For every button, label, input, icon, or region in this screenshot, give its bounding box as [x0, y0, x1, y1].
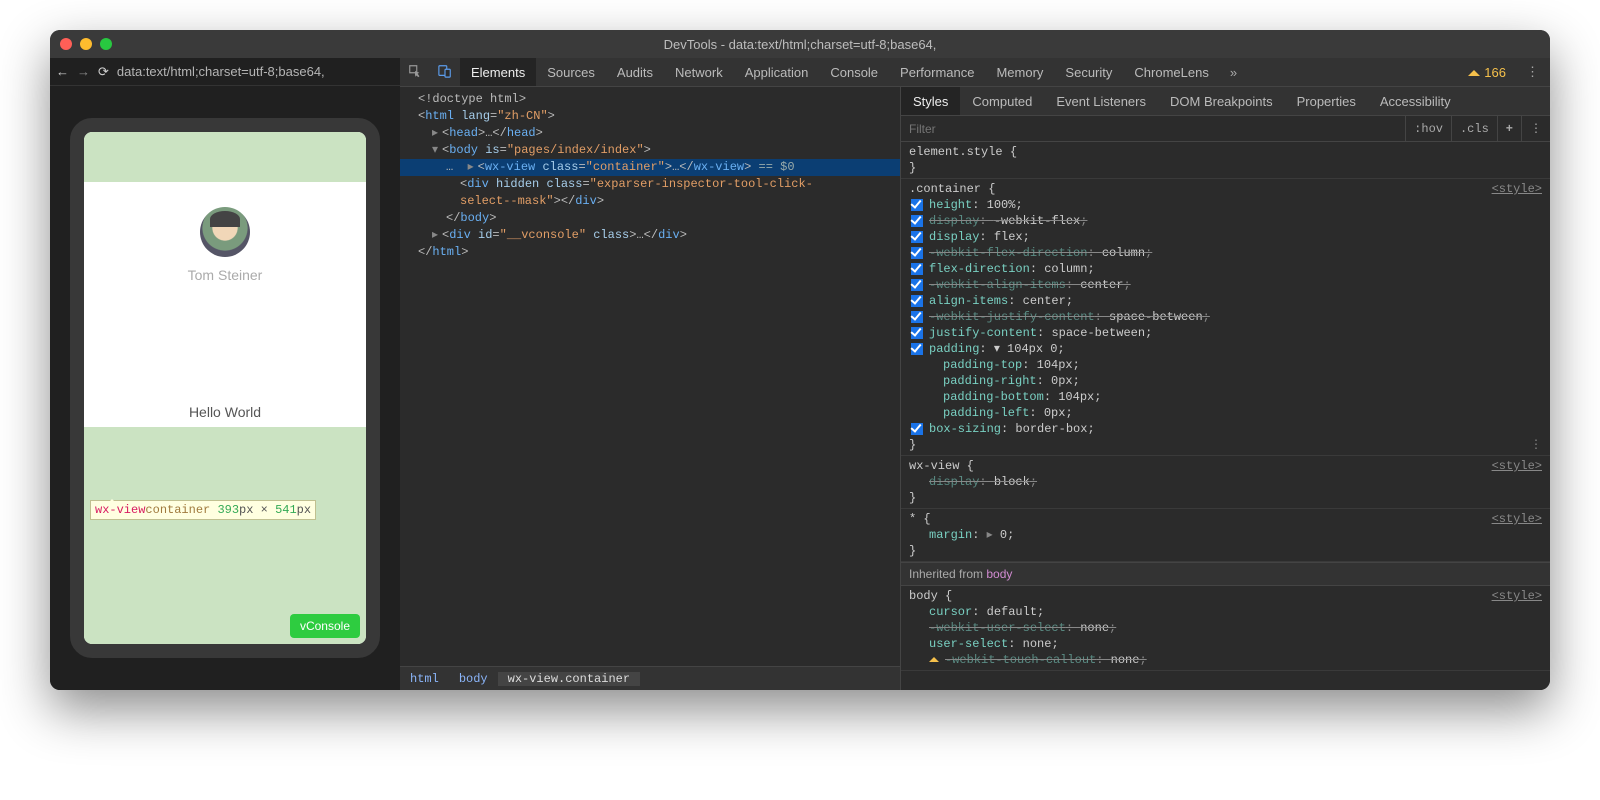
tab-network[interactable]: Network: [664, 58, 734, 86]
more-tabs-icon[interactable]: »: [1220, 65, 1248, 80]
maximize-icon[interactable]: [100, 38, 112, 50]
main-tabs: ElementsSourcesAuditsNetworkApplicationC…: [400, 58, 1550, 87]
property-checkbox[interactable]: [911, 263, 923, 275]
css-property[interactable]: height: 100%;: [909, 197, 1542, 213]
new-rule-button[interactable]: +: [1497, 116, 1521, 141]
css-property[interactable]: justify-content: space-between;: [909, 325, 1542, 341]
property-checkbox[interactable]: [911, 295, 923, 307]
device-toggle-icon[interactable]: [430, 64, 460, 81]
device-preview[interactable]: Tom Steiner Hello World wx-viewcontainer…: [70, 118, 380, 658]
styles-tab-accessibility[interactable]: Accessibility: [1368, 87, 1463, 115]
tab-console[interactable]: Console: [819, 58, 889, 86]
tab-sources[interactable]: Sources: [536, 58, 606, 86]
close-icon[interactable]: [60, 38, 72, 50]
warnings-badge[interactable]: 166: [1468, 65, 1506, 80]
selected-node[interactable]: … ▸<wx-view class="container">…</wx-view…: [400, 159, 900, 176]
styles-tab-computed[interactable]: Computed: [960, 87, 1044, 115]
avatar: [200, 207, 250, 257]
styles-tab-event-listeners[interactable]: Event Listeners: [1044, 87, 1158, 115]
css-property[interactable]: user-select: none;: [909, 636, 1542, 652]
tab-performance[interactable]: Performance: [889, 58, 985, 86]
css-property[interactable]: box-sizing: border-box;: [909, 421, 1542, 437]
url-text: data:text/html;charset=utf-8;base64,: [117, 64, 325, 79]
property-checkbox[interactable]: [911, 343, 923, 355]
minimize-icon[interactable]: [80, 38, 92, 50]
forward-icon: →: [77, 64, 90, 79]
css-property[interactable]: align-items: center;: [909, 293, 1542, 309]
devtools-menu-icon[interactable]: ⋮: [1516, 64, 1550, 80]
css-property[interactable]: padding: ▾ 104px 0;: [909, 341, 1542, 357]
tab-memory[interactable]: Memory: [985, 58, 1054, 86]
tab-elements[interactable]: Elements: [460, 58, 536, 86]
property-checkbox[interactable]: [911, 215, 923, 227]
breadcrumb: htmlbodywx-view.container: [400, 666, 900, 690]
css-property[interactable]: -webkit-touch-callout: none;: [909, 652, 1542, 668]
css-property[interactable]: display: flex;: [909, 229, 1542, 245]
css-property[interactable]: display: -webkit-flex;: [909, 213, 1542, 229]
breadcrumb-item[interactable]: body: [449, 672, 498, 686]
cls-toggle[interactable]: .cls: [1451, 116, 1497, 141]
hello-label: Hello World: [84, 404, 366, 420]
element-tooltip: wx-viewcontainer 393px × 541px: [90, 500, 316, 520]
css-property[interactable]: padding-left: 0px;: [909, 405, 1542, 421]
css-property[interactable]: -webkit-justify-content: space-between;: [909, 309, 1542, 325]
style-rules[interactable]: element.style { } <style> .container { h…: [901, 142, 1550, 690]
css-property[interactable]: -webkit-align-items: center;: [909, 277, 1542, 293]
hov-toggle[interactable]: :hov: [1405, 116, 1451, 141]
warning-icon: [1468, 64, 1480, 76]
username-label: Tom Steiner: [84, 267, 366, 283]
dom-tree[interactable]: <!doctype html> <html lang="zh-CN"> ▸<he…: [400, 87, 900, 666]
property-checkbox[interactable]: [911, 423, 923, 435]
property-checkbox[interactable]: [911, 279, 923, 291]
css-property[interactable]: padding-right: 0px;: [909, 373, 1542, 389]
back-icon[interactable]: ←: [56, 64, 69, 79]
vconsole-button[interactable]: vConsole: [290, 614, 360, 638]
property-checkbox[interactable]: [911, 199, 923, 211]
window-titlebar: DevTools - data:text/html;charset=utf-8;…: [50, 30, 1550, 58]
styles-filter-input[interactable]: [901, 122, 1405, 136]
styles-menu-icon[interactable]: ⋮: [1521, 116, 1550, 141]
tab-audits[interactable]: Audits: [606, 58, 664, 86]
css-property[interactable]: flex-direction: column;: [909, 261, 1542, 277]
css-property[interactable]: padding-bottom: 104px;: [909, 389, 1542, 405]
breadcrumb-item[interactable]: wx-view.container: [498, 672, 640, 686]
tab-security[interactable]: Security: [1054, 58, 1123, 86]
css-property[interactable]: padding-top: 104px;: [909, 357, 1542, 373]
styles-tab-properties[interactable]: Properties: [1285, 87, 1368, 115]
window-title: DevTools - data:text/html;charset=utf-8;…: [50, 37, 1550, 52]
breadcrumb-item[interactable]: html: [400, 672, 449, 686]
property-checkbox[interactable]: [911, 247, 923, 259]
styles-tab-dom-breakpoints[interactable]: DOM Breakpoints: [1158, 87, 1285, 115]
inspect-icon[interactable]: [400, 64, 430, 81]
property-checkbox[interactable]: [911, 231, 923, 243]
property-checkbox[interactable]: [911, 327, 923, 339]
reload-icon[interactable]: ⟳: [98, 64, 109, 80]
css-property[interactable]: cursor: default;: [909, 604, 1542, 620]
tab-application[interactable]: Application: [734, 58, 820, 86]
tab-chromelens[interactable]: ChromeLens: [1123, 58, 1219, 86]
css-property[interactable]: -webkit-flex-direction: column;: [909, 245, 1542, 261]
css-property[interactable]: -webkit-user-select: none;: [909, 620, 1542, 636]
warning-icon: [929, 652, 939, 662]
styles-tab-styles[interactable]: Styles: [901, 87, 960, 115]
property-checkbox[interactable]: [911, 311, 923, 323]
